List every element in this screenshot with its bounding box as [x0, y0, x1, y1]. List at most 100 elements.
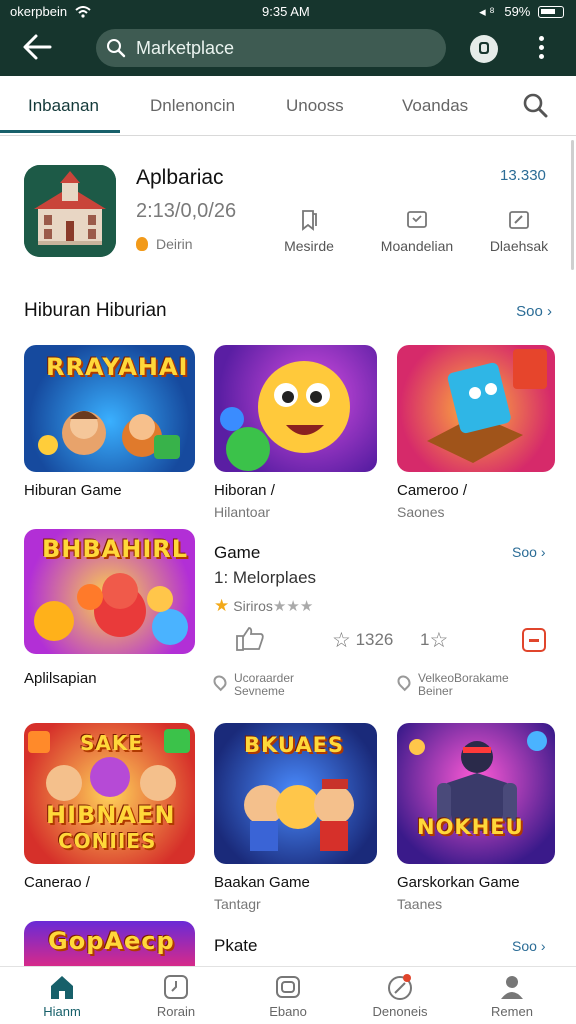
rating-row: ★ Siriros★★★	[214, 596, 313, 616]
game-card-title[interactable]: Garskorkan Game	[397, 874, 520, 891]
app-bar: okerpbein 9:35 AM ◂ ⁸ 59%	[0, 0, 576, 76]
screen-icon	[407, 211, 427, 228]
search-input[interactable]	[136, 36, 426, 60]
nav-home[interactable]: Hianm	[12, 973, 112, 1021]
action-mesirde[interactable]: Mesirde	[264, 208, 354, 256]
game-card-title[interactable]: Aplilsapian	[24, 670, 97, 687]
featured-app-price[interactable]: 13.330	[500, 167, 546, 184]
game-card-image[interactable]: BHBAHIRL	[24, 529, 195, 654]
scrollbar[interactable]	[571, 140, 574, 270]
game-card-subtitle: Saones	[397, 504, 445, 520]
game-banner-text: NOKHEU	[417, 815, 524, 839]
status-right: ◂ ⁸ 59%	[479, 4, 564, 20]
warrior-icon	[409, 731, 547, 831]
game-card-image[interactable]	[214, 345, 377, 472]
nav-label: Remen	[491, 1004, 533, 1019]
detail-more-link[interactable]: Soo ›	[512, 544, 545, 560]
game-card-image[interactable]: GopAecp	[24, 921, 195, 966]
nav-ebano[interactable]: Ebano	[238, 973, 338, 1021]
see-more-link[interactable]: Soo ›	[516, 303, 552, 320]
game-banner-text: BHBAHIRL	[42, 535, 189, 563]
edit-icon	[509, 211, 529, 229]
status-time: 9:35 AM	[262, 4, 310, 19]
game-banner-text: BKUAES	[244, 733, 345, 757]
detail-title[interactable]: Game	[214, 543, 260, 563]
search-icon	[107, 39, 126, 58]
star-icon: ★	[214, 596, 230, 615]
voice-search-button[interactable]	[470, 35, 498, 63]
game-card-image[interactable]	[397, 345, 555, 472]
location-pin-icon	[210, 672, 230, 692]
game-card-subtitle: Hilantoar	[214, 504, 271, 520]
star-empty-icon: ★★★	[272, 598, 314, 615]
bookmark-icon	[302, 210, 317, 231]
nav-remen[interactable]: Remen	[462, 973, 562, 1021]
mic-icon	[479, 42, 489, 54]
more-text: Soo	[512, 544, 537, 560]
remove-button[interactable]	[522, 628, 546, 652]
profile-icon	[501, 976, 523, 999]
game-card-title[interactable]: Hiboran /	[214, 482, 275, 499]
more-text: Soo	[512, 938, 537, 954]
compass-icon	[388, 974, 412, 1000]
tab-voandas[interactable]: Voandas	[402, 96, 468, 116]
back-button[interactable]	[20, 32, 56, 64]
tab-dnlenoncin[interactable]: Dnlenoncin	[150, 96, 235, 116]
flame-icon	[136, 237, 148, 251]
location-item[interactable]: VelkeoBorakame Beiner	[394, 671, 509, 698]
like-icon[interactable]	[234, 626, 266, 652]
action-moandelian[interactable]: Moandelian	[372, 208, 462, 256]
carrier-text: okerpbein	[10, 4, 68, 19]
location-line: Beiner	[418, 684, 453, 698]
nav-label: Ebano	[269, 1004, 307, 1019]
game-card-title[interactable]: Canerao /	[24, 874, 90, 891]
nav-denoneis[interactable]: Denoneis	[350, 973, 450, 1021]
chevron-right-icon: ›	[547, 303, 552, 320]
game-card-title[interactable]: Hiburan Game	[24, 482, 122, 499]
location-line: VelkeoBorakame	[418, 671, 509, 685]
game-card-subtitle: Tantagr	[214, 896, 261, 912]
game-banner-text: HIBNAEN	[46, 801, 176, 829]
game-banner-text: RRAYAHAI	[46, 353, 189, 381]
character-icon	[220, 361, 350, 471]
detail-more-link[interactable]: Soo ›	[512, 938, 545, 954]
action-label: Moandelian	[380, 238, 454, 254]
game-card-image[interactable]: NOKHEU	[397, 723, 555, 864]
game-card-title[interactable]: Baakan Game	[214, 874, 310, 891]
signal-indicator: ◂ ⁸	[479, 4, 495, 19]
nav-label: Denoneis	[372, 1004, 428, 1019]
wifi-icon	[75, 6, 91, 18]
action-dlaehsak[interactable]: Dlaehsak	[474, 208, 564, 256]
game-card-title[interactable]: Pkate	[214, 936, 257, 956]
chevron-right-icon: ›	[540, 938, 546, 954]
search-icon[interactable]	[522, 92, 548, 118]
featured-app-icon[interactable]	[24, 165, 116, 257]
game-card-image[interactable]: SAKE HIBNAEN CONIIES	[24, 723, 195, 864]
location-item[interactable]: Ucoraarder Sevneme	[210, 672, 294, 698]
more-options-button[interactable]	[530, 34, 552, 62]
arrow-left-icon	[23, 34, 52, 60]
dot-icon	[538, 45, 544, 50]
nav-rorain[interactable]: Rorain	[126, 973, 226, 1021]
game-card-title[interactable]: Cameroo /	[397, 482, 467, 499]
tab-inbaanan[interactable]: Inbaanan	[28, 96, 99, 116]
clock-icon	[164, 975, 188, 999]
featured-app-developer: Deirin	[136, 236, 193, 252]
location-line: Sevneme	[234, 684, 285, 698]
home-icon	[51, 976, 73, 999]
featured-app-title[interactable]: Aplbariac	[136, 166, 224, 190]
game-banner-text: CONIIES	[58, 829, 157, 853]
tab-unooss[interactable]: Unooss	[286, 96, 344, 116]
featured-app-date: 2:13/0,0/26	[136, 200, 237, 222]
detail-subtitle: 1: Melorplaes	[214, 568, 317, 587]
game-banner-text: SAKE	[80, 731, 144, 755]
battery-percent: 59%	[504, 4, 531, 19]
game-card-image[interactable]: BKUAES	[214, 723, 377, 864]
camera-icon	[276, 976, 300, 998]
search-bar[interactable]	[96, 29, 446, 67]
favorite-count: 1☆	[420, 628, 448, 653]
game-card-image[interactable]: RRAYAHAI	[24, 345, 195, 472]
nav-label: Rorain	[156, 1004, 196, 1019]
game-banner-text: GopAecp	[48, 927, 175, 955]
minus-icon	[529, 639, 539, 642]
